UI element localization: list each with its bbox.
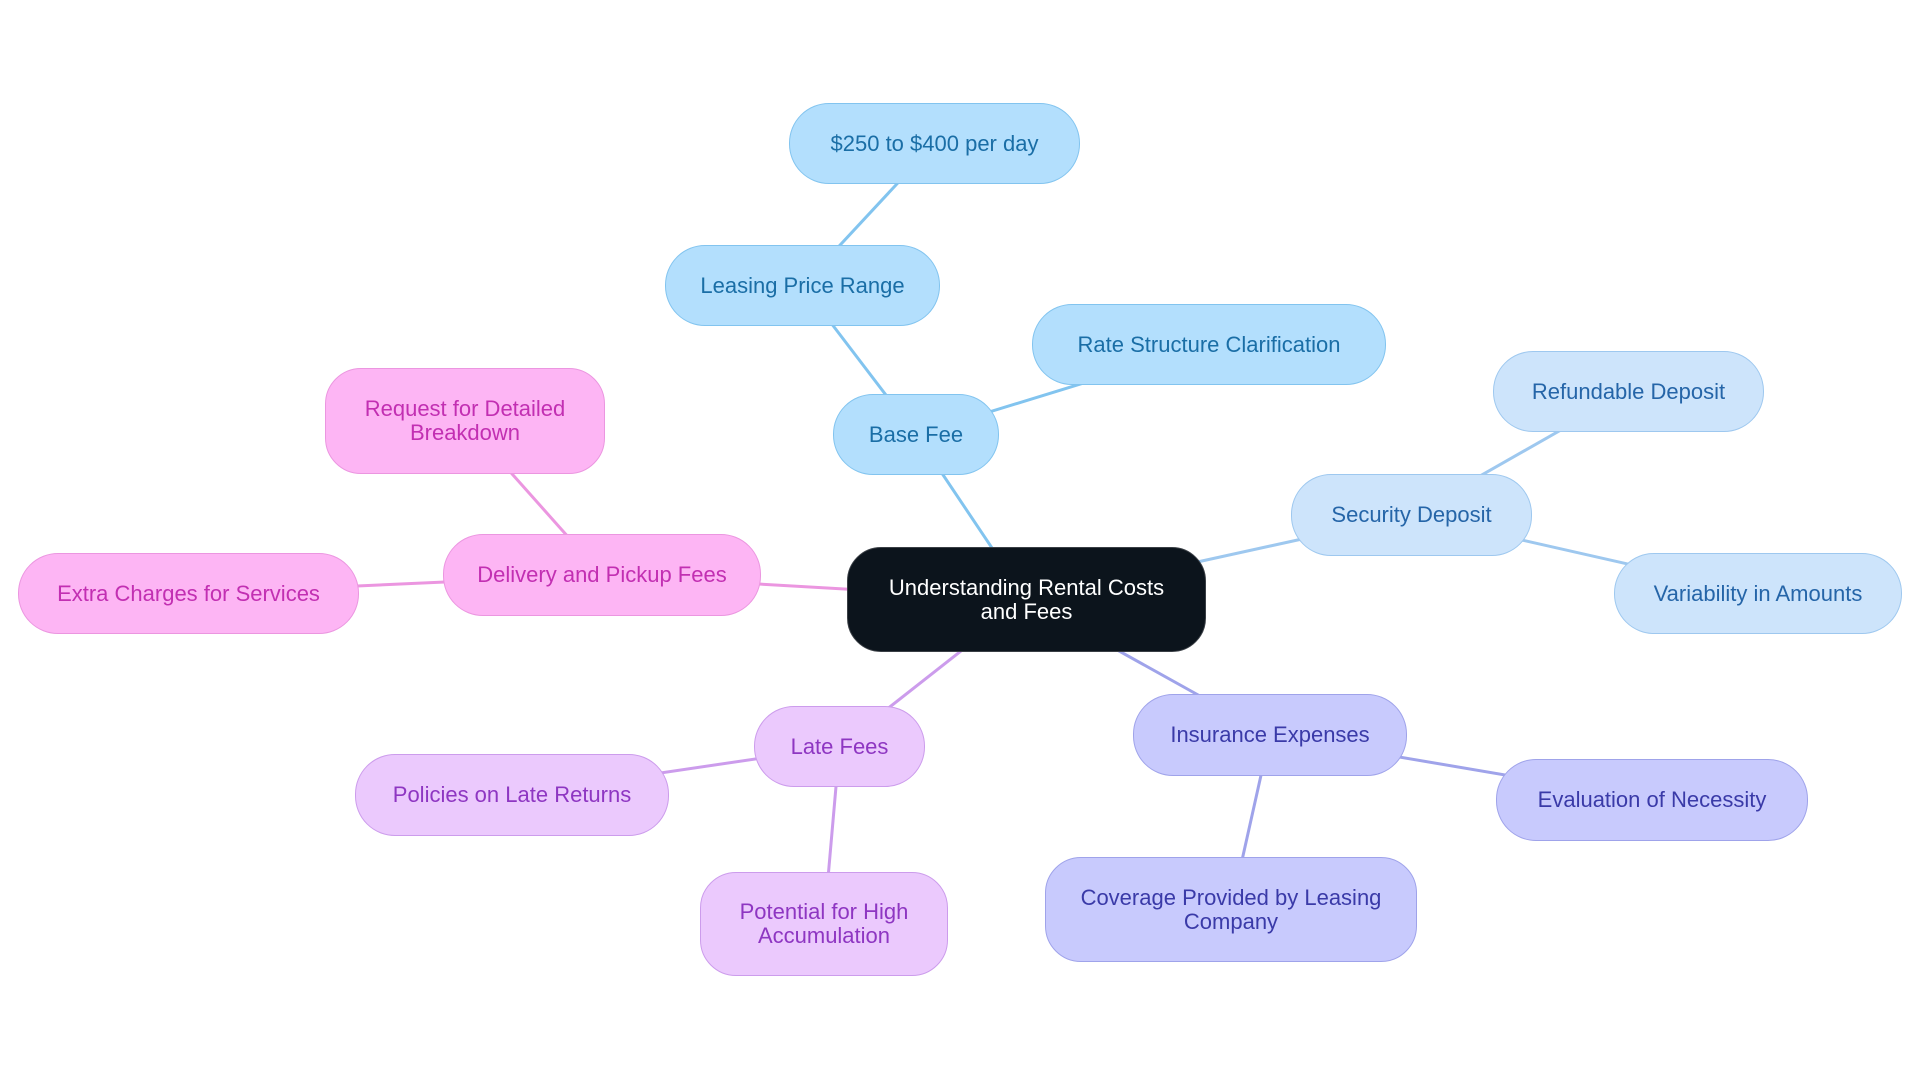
node-variability-in-amounts-label: Variability in Amounts [1653,580,1863,606]
node-variability-in-amounts[interactable]: Variability in Amounts [1614,553,1902,634]
node-insurance-expenses[interactable]: Insurance Expenses [1133,694,1407,776]
node-evaluation-of-necessity-label: Evaluation of Necessity [1537,787,1767,812]
node-late-fees[interactable]: Late Fees [754,706,925,787]
node-late-fees-label: Late Fees [790,733,889,759]
node-leasing-price-range-label: Leasing Price Range [700,272,905,298]
node-price-per-day-label: $250 to $400 per day [830,130,1039,156]
node-security-deposit[interactable]: Security Deposit [1291,474,1532,556]
node-coverage-provided-label: Coverage Provided by Leasing Company [1080,884,1382,934]
node-security-deposit-label: Security Deposit [1331,502,1492,527]
node-potential-for-high-accumulation-label: Potential for High Accumulation [739,899,909,948]
root-node-label: Understanding Rental Costs and Fees [888,574,1165,624]
node-policies-on-late-returns[interactable]: Policies on Late Returns [355,754,669,836]
node-base-fee[interactable]: Base Fee [833,394,999,475]
node-refundable-deposit[interactable]: Refundable Deposit [1493,351,1764,432]
node-insurance-expenses-label: Insurance Expenses [1170,722,1370,747]
node-extra-charges-for-services-label: Extra Charges for Services [57,580,320,606]
node-potential-for-high-accumulation[interactable]: Potential for High Accumulation [700,872,948,976]
node-delivery-and-pickup-fees[interactable]: Delivery and Pickup Fees [443,534,761,616]
node-refundable-deposit-label: Refundable Deposit [1531,378,1726,404]
node-leasing-price-range[interactable]: Leasing Price Range [665,245,940,326]
node-price-per-day[interactable]: $250 to $400 per day [789,103,1080,184]
root-node[interactable]: Understanding Rental Costs and Fees [847,547,1206,652]
node-coverage-provided[interactable]: Coverage Provided by Leasing Company [1045,857,1417,962]
node-base-fee-label: Base Fee [868,421,964,447]
node-delivery-and-pickup-fees-label: Delivery and Pickup Fees [477,562,727,587]
node-rate-structure-clarification-label: Rate Structure Clarification [1077,331,1341,357]
mind-map: Understanding Rental Costs and Fees Base… [0,0,1920,1083]
node-request-for-detailed-breakdown-label: Request for Detailed Breakdown [364,396,566,445]
node-extra-charges-for-services[interactable]: Extra Charges for Services [18,553,359,634]
node-request-for-detailed-breakdown[interactable]: Request for Detailed Breakdown [325,368,605,474]
node-evaluation-of-necessity[interactable]: Evaluation of Necessity [1496,759,1808,841]
node-rate-structure-clarification[interactable]: Rate Structure Clarification [1032,304,1386,385]
node-policies-on-late-returns-label: Policies on Late Returns [392,782,632,807]
